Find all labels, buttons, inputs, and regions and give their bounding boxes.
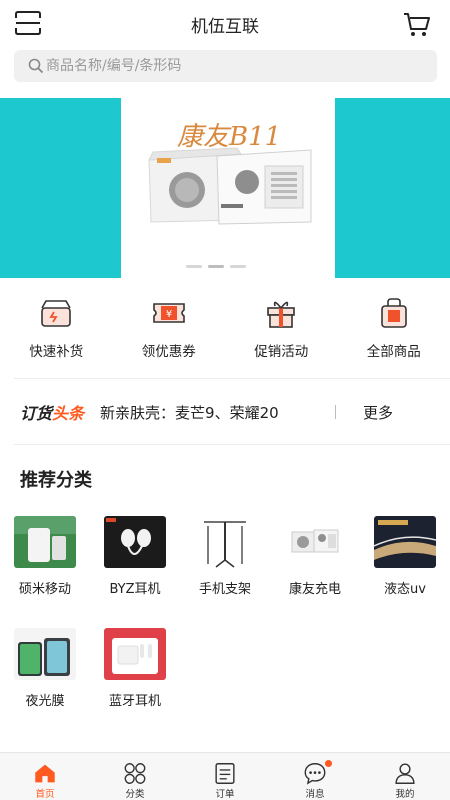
category-label: 液态uv <box>384 582 426 597</box>
quick-label: 促销活动 <box>254 344 309 360</box>
quick-restock-button[interactable]: 快速补货 <box>0 296 113 376</box>
category-item[interactable]: 液态uv <box>360 516 450 628</box>
all-products-button[interactable]: 全部商品 <box>338 296 450 376</box>
category-item[interactable]: 硕米移动 <box>0 516 90 628</box>
carousel-dot <box>230 265 246 268</box>
category-thumb-uv-film <box>374 516 436 568</box>
carousel-indicator <box>186 265 246 268</box>
tab-home[interactable]: 首页 <box>0 753 90 800</box>
category-label: 康友充电 <box>288 582 341 597</box>
category-thumb-charger <box>284 516 346 568</box>
tab-label: 分类 <box>125 789 145 800</box>
search-bar[interactable] <box>14 50 437 82</box>
bag-icon <box>380 298 407 328</box>
divider <box>14 378 450 379</box>
category-thumb-bt-earphones <box>104 628 166 680</box>
box-icon <box>41 300 72 327</box>
coupon-icon: ¥ <box>152 303 185 323</box>
tab-label: 订单 <box>215 789 235 800</box>
tab-messages[interactable]: 消息 <box>270 753 360 800</box>
message-badge <box>325 760 332 767</box>
svg-text:¥: ¥ <box>166 309 172 320</box>
tab-label: 首页 <box>35 789 55 800</box>
tab-orders[interactable]: 订单 <box>180 753 270 800</box>
news-logo-part2: 头条 <box>52 404 85 423</box>
category-item[interactable]: 康友充电 <box>270 516 360 628</box>
gift-icon <box>267 301 296 328</box>
category-thumb-glow-film <box>14 628 76 680</box>
category-label: 夜光膜 <box>25 694 65 709</box>
category-thumb-earphones <box>104 516 166 568</box>
news-headline[interactable]: 新亲肤壳：麦芒9、荣耀20 <box>100 402 326 423</box>
category-thumb-power-bank <box>14 516 76 568</box>
message-icon <box>304 763 326 785</box>
carousel-dot <box>186 265 202 268</box>
category-label: 蓝牙耳机 <box>108 694 161 709</box>
search-icon <box>28 58 44 74</box>
order-icon <box>215 763 235 784</box>
promo-banner[interactable]: 康友B11 <box>0 98 450 278</box>
category-item[interactable]: BYZ耳机 <box>90 516 180 628</box>
tab-label: 我的 <box>395 789 415 800</box>
quick-label: 快速补货 <box>29 344 84 360</box>
grid-icon <box>124 763 146 784</box>
tab-label: 消息 <box>305 789 325 800</box>
app-header: 机伍互联 <box>0 0 450 46</box>
category-label: 手机支架 <box>198 582 251 597</box>
user-icon <box>395 763 415 784</box>
category-item[interactable]: 手机支架 <box>180 516 270 628</box>
promotions-button[interactable]: 促销活动 <box>225 296 338 376</box>
bottom-tab-bar: 首页 分类 订单 消息 我的 <box>0 752 450 800</box>
quick-label: 领优惠券 <box>141 344 196 360</box>
category-thumb-stand <box>194 516 256 568</box>
news-logo: 订货头条 <box>20 400 84 424</box>
cart-button[interactable] <box>402 10 432 38</box>
home-icon <box>35 764 55 783</box>
category-label: BYZ耳机 <box>109 582 161 597</box>
tab-profile[interactable]: 我的 <box>360 753 450 800</box>
section-title: 推荐分类 <box>20 470 92 491</box>
category-label: 硕米移动 <box>18 582 71 597</box>
quick-label: 全部商品 <box>366 344 421 360</box>
banner-product-card: 康友B11 <box>121 98 335 278</box>
page-title: 机伍互联 <box>191 17 259 37</box>
news-ticker[interactable]: 订货头条 新亲肤壳：麦芒9、荣耀20 更多 <box>0 390 450 434</box>
carousel-dot-active <box>208 265 224 268</box>
divider <box>14 444 450 445</box>
get-coupon-button[interactable]: ¥ 领优惠券 <box>113 296 226 376</box>
news-more-link[interactable]: 更多 <box>363 402 393 423</box>
search-input[interactable] <box>46 58 426 74</box>
tab-category[interactable]: 分类 <box>90 753 180 800</box>
banner-product-image <box>148 147 312 225</box>
category-grid: 硕米移动 BYZ耳机 手机支架 康友充电 液态uv 夜光膜 蓝牙耳机 <box>0 516 450 740</box>
category-item[interactable]: 蓝牙耳机 <box>90 628 180 740</box>
news-logo-part1: 订货 <box>20 404 53 423</box>
quick-actions: 快速补货 ¥ 领优惠券 促销活动 全部商品 <box>0 296 450 376</box>
cart-icon <box>404 13 430 36</box>
news-separator <box>335 405 337 419</box>
category-item[interactable]: 夜光膜 <box>0 628 90 740</box>
